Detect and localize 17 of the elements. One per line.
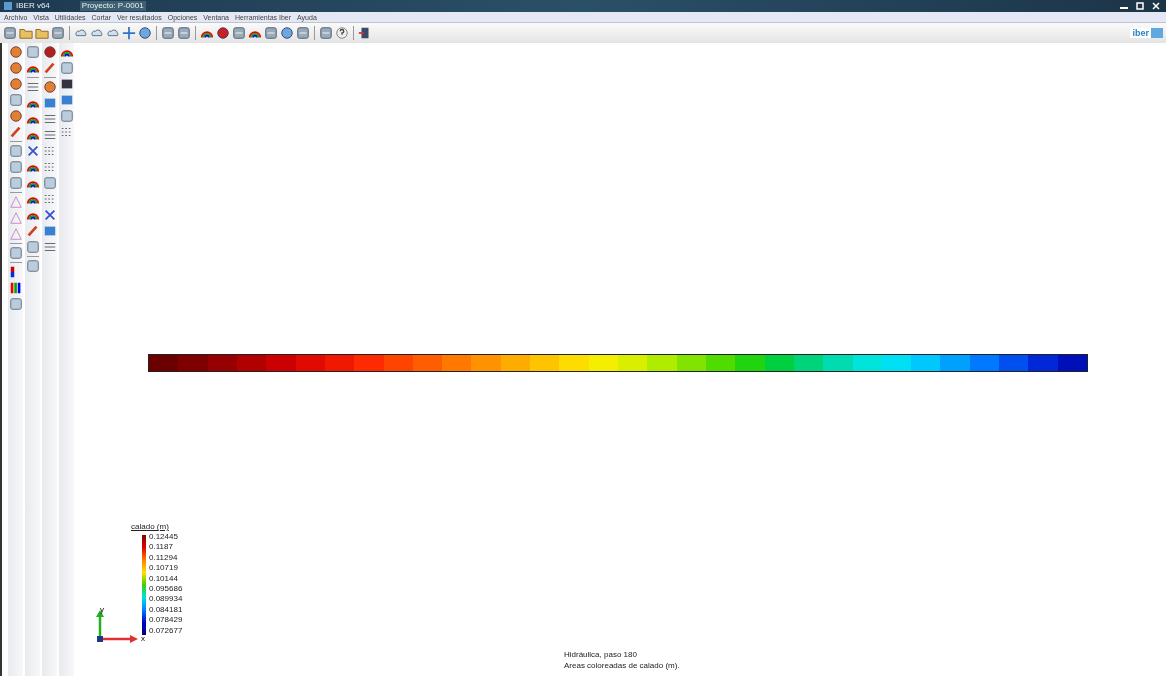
legend-label: 0.10144	[149, 573, 179, 585]
axis-label: x	[141, 634, 145, 643]
status-text: Hidráulica, paso 180	[564, 649, 638, 660]
legend-label: 0.10719	[149, 563, 179, 574]
legend-label: 0.12445	[149, 532, 179, 543]
axis-label: y	[100, 605, 104, 614]
project-title: Proyecto: P-0001	[79, 1, 146, 11]
legend-label: 0.095686	[149, 584, 183, 595]
legend-label: 0.1187	[149, 542, 174, 553]
legend-label: 0.084181	[149, 604, 183, 616]
window-title: IBER v64	[16, 1, 50, 11]
legend-title: calado (m)	[131, 522, 169, 532]
legend-label: 0.072677	[149, 625, 183, 637]
legend-label: 0.078429	[149, 615, 183, 626]
legend-label: 0.11294	[149, 552, 179, 564]
status-text: Areas coloreadas de calado (m).	[564, 660, 680, 671]
legend-label: 0.089934	[149, 594, 183, 605]
